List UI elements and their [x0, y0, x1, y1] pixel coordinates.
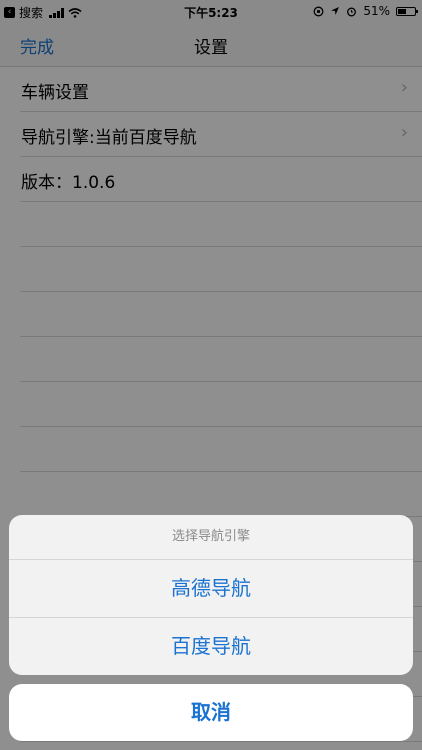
option-baidu-button[interactable]: 百度导航 — [9, 618, 413, 675]
action-sheet: 选择导航引擎 高德导航 百度导航 — [9, 515, 413, 675]
action-sheet-title: 选择导航引擎 — [9, 515, 413, 560]
cancel-button[interactable]: 取消 — [9, 684, 413, 741]
option-amap-button[interactable]: 高德导航 — [9, 560, 413, 618]
